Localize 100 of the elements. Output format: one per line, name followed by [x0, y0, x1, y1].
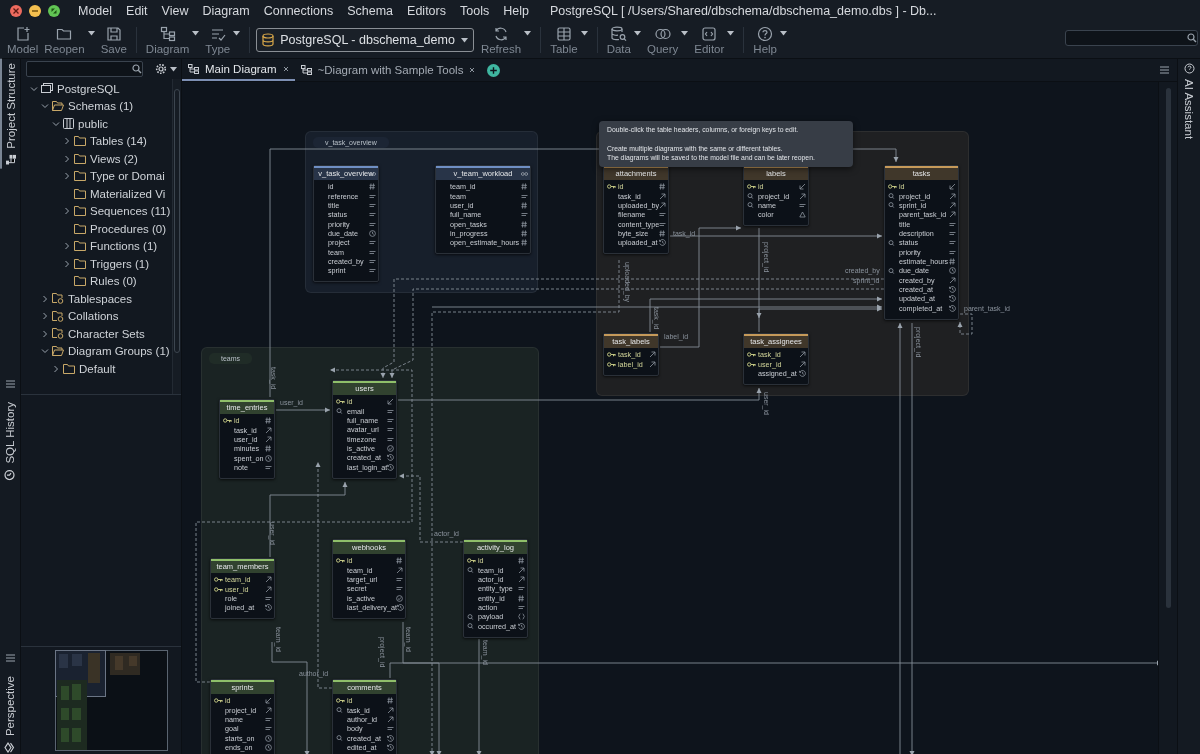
add-tab-icon[interactable]: [487, 63, 501, 77]
close-icon[interactable]: [10, 5, 22, 17]
tree-item[interactable]: Procedures (0): [74, 222, 167, 235]
clock-icon: [265, 454, 272, 462]
tree-item[interactable]: Tablespaces: [52, 292, 132, 305]
folder-icon: [74, 171, 86, 182]
diagram-icon: [300, 65, 312, 75]
toolbar-button[interactable]: Table: [547, 23, 581, 57]
menu-item[interactable]: View: [154, 4, 196, 18]
chevron-down-icon[interactable]: [41, 347, 49, 356]
toolbar-button[interactable]: Help: [750, 23, 780, 57]
hash-icon: [396, 557, 403, 565]
tree-item[interactable]: Default: [63, 362, 116, 375]
menu-item[interactable]: Editors: [400, 4, 453, 18]
arrow-icon: [949, 211, 956, 219]
toolbar-button[interactable]: Editor: [691, 23, 728, 57]
tree-item[interactable]: PostgreSQL: [41, 82, 120, 95]
menu-icon[interactable]: [5, 654, 15, 662]
toolbar-button[interactable]: Reopen: [41, 23, 88, 57]
hash-icon: [518, 594, 525, 602]
hash-icon: [387, 697, 394, 705]
key-icon: [607, 184, 616, 190]
side-tab[interactable]: Perspective: [1, 672, 19, 754]
toolbar-button[interactable]: Query: [643, 23, 682, 57]
tree-item[interactable]: Views (2): [74, 152, 138, 165]
search-icon: [132, 64, 142, 74]
lines-icon: [521, 192, 528, 200]
key-icon: [607, 352, 616, 358]
magnifier-icon: [336, 735, 345, 742]
menu-icon[interactable]: [1160, 66, 1169, 74]
search-field[interactable]: [1065, 30, 1198, 46]
tree-item[interactable]: Diagram Groups (1): [52, 345, 170, 358]
close-icon[interactable]: [282, 66, 289, 72]
magnifier-icon: [888, 193, 897, 199]
refresh-icon: [493, 25, 510, 42]
lines-icon: [265, 725, 272, 733]
tree-item[interactable]: Character Sets: [52, 327, 145, 340]
chevron-right-icon[interactable]: [52, 364, 60, 373]
settings-icon[interactable]: [155, 63, 167, 75]
toolbar-button[interactable]: Type: [202, 23, 234, 57]
tree-item[interactable]: Schemas (1): [52, 100, 134, 113]
hierarchy-icon: [6, 154, 16, 165]
menu-item[interactable]: Diagram: [195, 4, 257, 18]
side-tab[interactable]: AI Assistant: [1180, 59, 1198, 144]
tree-item[interactable]: public: [63, 117, 109, 130]
connection-dropdown[interactable]: PostgreSQL - dbschema_demo: [256, 28, 474, 52]
folder-icon: [74, 136, 86, 147]
braces-icon: [518, 613, 525, 621]
monitor-icon: [41, 83, 53, 95]
lines-icon: [369, 267, 376, 275]
menu-icon[interactable]: [5, 380, 15, 388]
hash-icon: [521, 239, 528, 247]
tree-item[interactable]: Functions (1): [74, 240, 158, 253]
toolbar-button[interactable]: Save: [97, 23, 130, 57]
hash-icon: [369, 183, 376, 191]
close-icon[interactable]: [469, 67, 476, 73]
diagram-tab[interactable]: Main Diagram: [182, 59, 295, 81]
key-icon: [607, 361, 616, 367]
menu-item[interactable]: Help: [496, 4, 536, 18]
toolbar-button[interactable]: Model: [4, 23, 42, 57]
menu-item[interactable]: Edit: [119, 4, 155, 18]
magnifier-icon: [888, 267, 897, 274]
tree-item[interactable]: Sequences (11): [74, 205, 171, 218]
folder-icon: [74, 223, 86, 234]
tree-item[interactable]: Collations: [52, 310, 119, 323]
columns-icon: [63, 118, 74, 130]
tree-item[interactable]: Tables (14): [74, 135, 147, 148]
key-icon: [888, 184, 897, 190]
help-icon: [1183, 63, 1195, 74]
minimize-icon[interactable]: [29, 5, 41, 17]
diagram-icon: [159, 25, 176, 42]
search-icon: [1187, 33, 1197, 43]
folder-icon: [74, 241, 86, 252]
diagram-tab[interactable]: ~Diagram with Sample Tools: [294, 59, 482, 81]
menu-item[interactable]: Connections: [256, 4, 341, 18]
hash-icon: [521, 183, 528, 191]
lines-icon: [518, 585, 525, 593]
toolbar-button[interactable]: Refresh: [477, 23, 525, 57]
side-tab[interactable]: SQL History: [1, 398, 19, 485]
tree-item[interactable]: Materialized Vi: [74, 187, 166, 200]
minimap-drawing[interactable]: [55, 650, 168, 751]
tree-item[interactable]: Rules (0): [74, 275, 137, 288]
hash-icon: [659, 183, 666, 191]
scrollbar-thumb[interactable]: [1165, 88, 1171, 608]
tree-item[interactable]: Triggers (1): [74, 257, 149, 270]
triangle-icon: [799, 211, 806, 219]
chevron-right-icon[interactable]: [63, 207, 71, 216]
clock-icon: [369, 229, 376, 237]
scrollbar-thumb[interactable]: [174, 89, 180, 353]
menu-item[interactable]: Schema: [340, 4, 401, 18]
search-field[interactable]: [26, 61, 143, 77]
toolbar-button[interactable]: Diagram: [142, 23, 193, 57]
toolbar-button[interactable]: Data: [603, 23, 634, 57]
table-icon: [555, 25, 572, 42]
menu-item[interactable]: Model: [71, 4, 120, 18]
hash-icon: [265, 417, 272, 425]
menu-item[interactable]: Tools: [453, 4, 497, 18]
maximize-icon[interactable]: [48, 5, 60, 17]
key-icon: [214, 577, 223, 583]
tree-item[interactable]: Type or Domai: [74, 170, 165, 183]
